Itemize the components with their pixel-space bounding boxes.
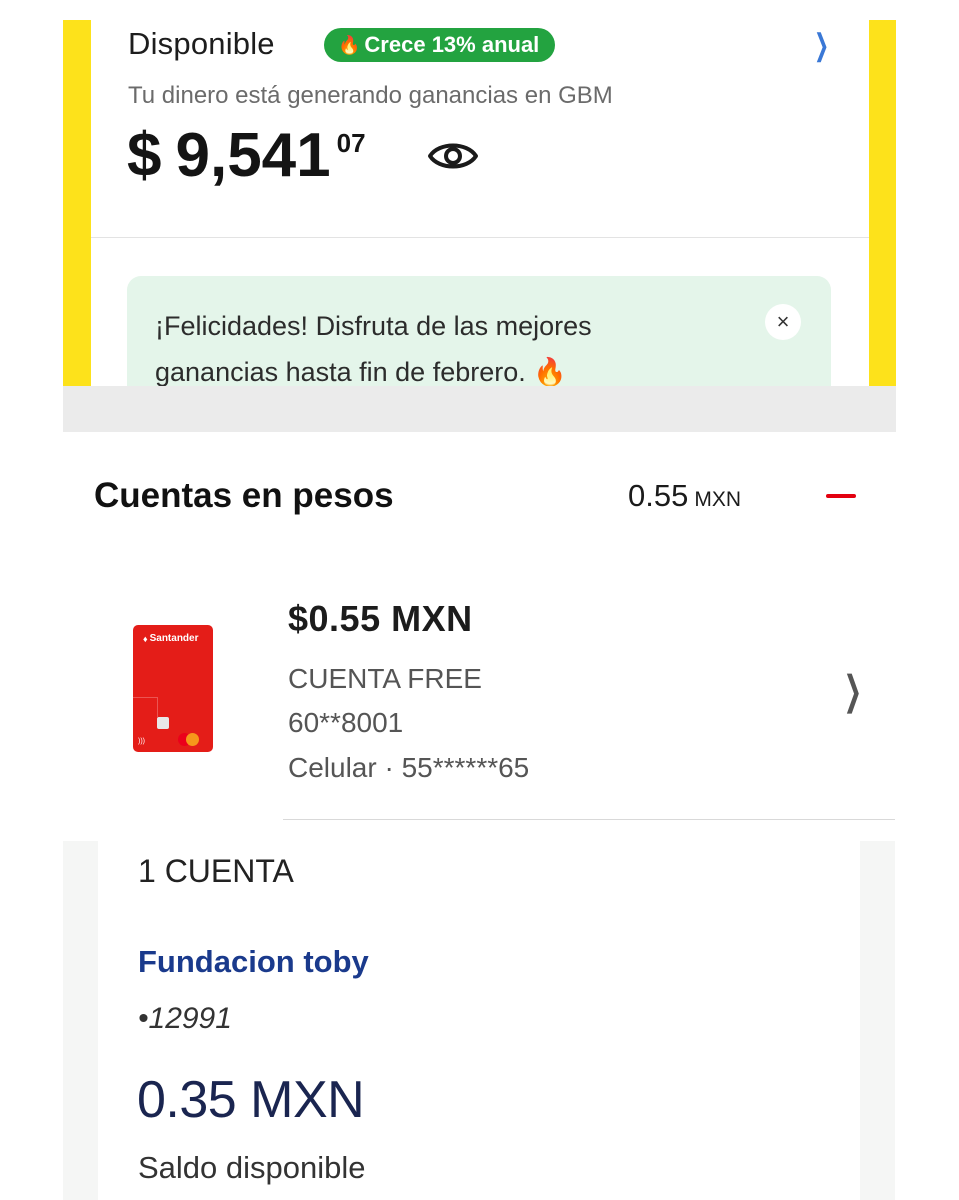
account-balance[interactable]: $0.55 MXN [288, 598, 473, 640]
section-total-currency: MXN [694, 488, 742, 511]
account-number: •12991 [138, 1002, 232, 1035]
account-number: 60**8001 [288, 707, 404, 738]
fire-icon: 🔥 [338, 34, 361, 55]
growth-badge-label: Crece 13% anual [364, 32, 540, 57]
divider [91, 237, 869, 238]
card-decoration [157, 697, 158, 717]
yellow-edge-right [869, 20, 896, 386]
eye-icon[interactable] [427, 138, 479, 174]
chevron-right-icon[interactable]: ❯ [814, 28, 829, 63]
flame-logo-icon: ♦ [143, 633, 148, 644]
card-decoration [133, 697, 157, 698]
account-type: CUENTA FREE [288, 663, 482, 694]
santander-card-image: ♦ Santander ))) [133, 625, 213, 752]
account-phone: Celular · 55******65 [288, 752, 530, 783]
currency-symbol: $ [127, 121, 162, 190]
available-subtitle: Tu dinero está generando ganancias en GB… [128, 82, 613, 109]
section-separator [63, 386, 896, 432]
available-amount: $ 9,541 07 [127, 120, 366, 192]
promo-banner: ¡Felicidades! Disfruta de las mejores ga… [127, 276, 831, 386]
yellow-edge-left [63, 20, 91, 386]
divider [283, 819, 895, 820]
mastercard-icon [186, 733, 199, 746]
section-total: 0.55 MXN [628, 478, 741, 514]
santander-logo-text: Santander [149, 633, 199, 644]
card-chip-icon [157, 717, 169, 729]
collapse-icon[interactable] [826, 494, 856, 498]
section-heading: Cuentas en pesos [94, 476, 394, 515]
account-count: 1 CUENTA [138, 853, 294, 889]
side-margin [860, 841, 895, 1200]
account-balance: 0.35 MXN [137, 1071, 365, 1129]
side-margin [63, 841, 98, 1200]
amount-integer: 9,541 [175, 121, 331, 190]
contactless-icon: ))) [138, 738, 145, 745]
growth-badge: 🔥 Crece 13% anual [324, 28, 556, 62]
available-title: Disponible [128, 26, 275, 61]
amount-decimal: 07 [336, 128, 366, 158]
balance-label: Saldo disponible [138, 1150, 366, 1185]
promo-banner-text: ¡Felicidades! Disfruta de las mejores ga… [155, 311, 592, 386]
close-icon[interactable]: × [765, 304, 801, 340]
chevron-right-icon[interactable]: ❯ [844, 668, 862, 714]
santander-logo: ♦ Santander [143, 633, 199, 644]
gbm-panel: Disponible 🔥 Crece 13% anual ❯ Tu dinero… [63, 20, 896, 386]
section-total-value: 0.55 [628, 478, 689, 513]
account-name-link[interactable]: Fundacion toby [138, 944, 369, 980]
available-balance-card[interactable]: Disponible 🔥 Crece 13% anual ❯ Tu dinero… [91, 20, 869, 386]
